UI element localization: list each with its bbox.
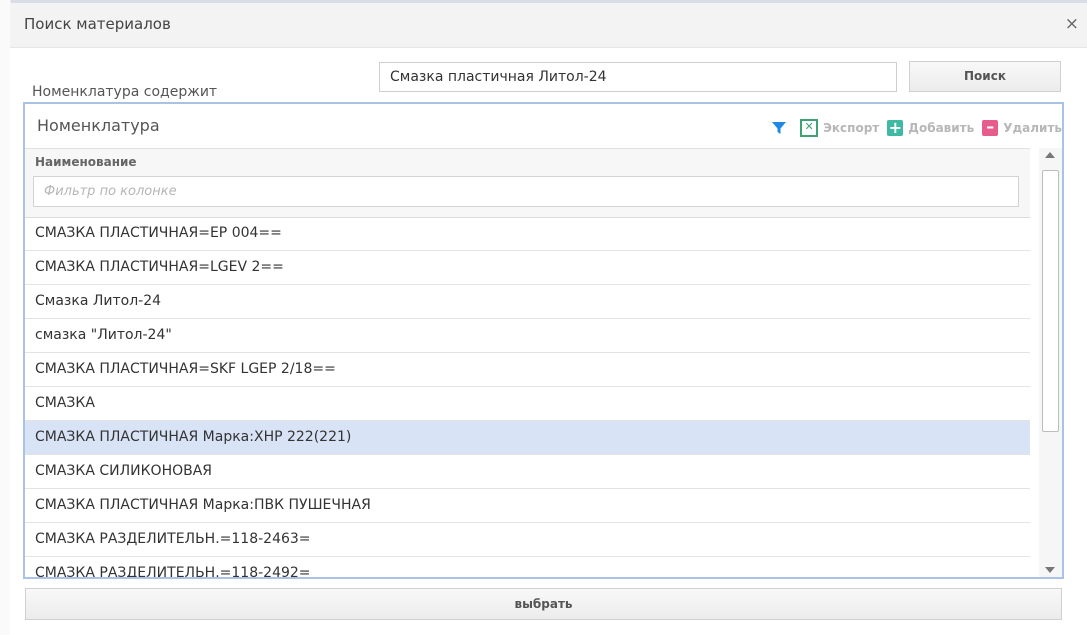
- table-row[interactable]: СМАЗКА: [25, 387, 1030, 421]
- table-row[interactable]: СМАЗКА ПЛАСТИЧНАЯ Марка:ХНР 222(221): [25, 421, 1030, 455]
- scroll-up-arrow-icon[interactable]: [1045, 152, 1055, 158]
- delete-button[interactable]: – Удалить: [982, 119, 1062, 136]
- grid-header: Наименование Фильтр по колонке: [25, 148, 1030, 218]
- column-filter-input[interactable]: Фильтр по колонке: [33, 176, 1019, 207]
- filter-button[interactable]: [771, 120, 792, 136]
- table-row[interactable]: СМАЗКА РАЗДЕЛИТЕЛЬН.=118-2463=: [25, 523, 1030, 557]
- close-icon[interactable]: ×: [1065, 14, 1079, 34]
- dialog-title: Поиск материалов: [24, 15, 171, 33]
- materials-search-dialog: Поиск материалов × Номенклатура содержит…: [10, 3, 1087, 635]
- grid-rows: СМАЗКА ПЛАСТИЧНАЯ=EP 004== СМАЗКА ПЛАСТИЧ…: [25, 217, 1030, 577]
- table-row[interactable]: СМАЗКА РАЗДЕЛИТЕЛЬН.=118-2492=: [25, 557, 1030, 577]
- select-button[interactable]: выбрать: [25, 588, 1062, 620]
- table-row[interactable]: СМАЗКА СИЛИКОНОВАЯ: [25, 455, 1030, 489]
- search-input[interactable]: Смазка пластичная Литол-24: [379, 62, 897, 92]
- grid-scrollbar[interactable]: [1039, 148, 1062, 577]
- plus-icon: +: [887, 118, 904, 137]
- table-row[interactable]: СМАЗКА ПЛАСТИЧНАЯ=SKF LGEP 2/18==: [25, 353, 1030, 387]
- table-row[interactable]: смазка "Литол-24": [25, 319, 1030, 353]
- export-button[interactable]: ✕ Экспорт: [800, 119, 879, 137]
- panel-title: Номенклатура: [37, 116, 160, 135]
- add-label: Добавить: [908, 121, 975, 135]
- column-header-name[interactable]: Наименование: [35, 155, 137, 169]
- search-button[interactable]: Поиск: [909, 61, 1061, 92]
- table-row[interactable]: СМАЗКА ПЛАСТИЧНАЯ=EP 004==: [25, 217, 1030, 251]
- add-button[interactable]: + Добавить: [887, 120, 974, 136]
- table-row[interactable]: СМАЗКА ПЛАСТИЧНАЯ Марка:ПВК ПУШЕЧНАЯ: [25, 489, 1030, 523]
- minus-icon: –: [982, 119, 999, 136]
- nomenclature-panel: Номенклатура ✕ Экспорт + Добавить – Удал…: [23, 102, 1064, 579]
- panel-toolbar: ✕ Экспорт + Добавить – Удалить: [763, 118, 1062, 138]
- dialog-titlebar: Поиск материалов ×: [10, 3, 1087, 48]
- excel-icon: ✕: [800, 119, 819, 137]
- table-row[interactable]: Смазка Литол-24: [25, 285, 1030, 319]
- delete-label: Удалить: [1003, 121, 1062, 135]
- table-row[interactable]: СМАЗКА ПЛАСТИЧНАЯ=LGEV 2==: [25, 251, 1030, 285]
- export-label: Экспорт: [823, 121, 880, 135]
- scroll-down-arrow-icon[interactable]: [1045, 567, 1055, 573]
- scrollbar-thumb[interactable]: [1042, 170, 1059, 432]
- filter-funnel-icon: [772, 122, 787, 134]
- search-label: Номенклатура содержит: [32, 84, 218, 100]
